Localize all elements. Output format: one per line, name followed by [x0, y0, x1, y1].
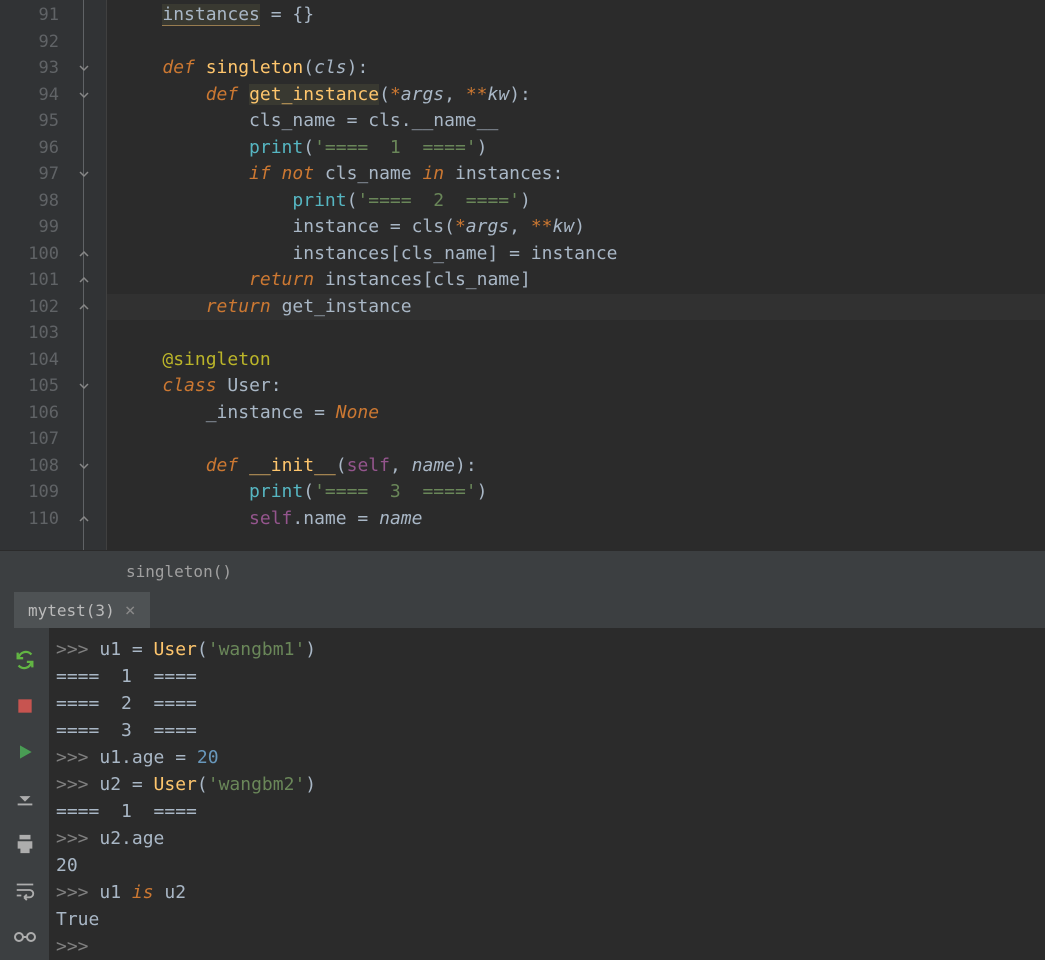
line-number-gutter: 9192939495969798991001011021031041051061…	[0, 0, 75, 550]
breadcrumb-bar: singleton()	[0, 550, 1045, 592]
console-pane: >>> u1 = User('wangbm1')==== 1 ======== …	[0, 628, 1045, 960]
line-number: 104	[0, 347, 75, 374]
code-line[interactable]: print('==== 2 ====')	[107, 188, 1045, 215]
fold-open-icon[interactable]	[77, 168, 89, 180]
code-line[interactable]: cls_name = cls.__name__	[107, 108, 1045, 135]
code-line[interactable]: _instance = None	[107, 400, 1045, 427]
scroll-bottom-button[interactable]	[11, 784, 39, 812]
console-tab[interactable]: mytest(3) ×	[14, 592, 150, 628]
console-line: ==== 3 ====	[56, 717, 1039, 744]
code-line[interactable]: def get_instance(*args, **kw):	[107, 82, 1045, 109]
console-line: >>> u1.age = 20	[56, 744, 1039, 771]
close-icon[interactable]: ×	[125, 600, 136, 621]
fold-open-icon[interactable]	[77, 380, 89, 392]
fold-close-icon[interactable]	[77, 301, 89, 313]
code-line[interactable]: @singleton	[107, 347, 1045, 374]
fold-close-icon[interactable]	[77, 513, 89, 525]
fold-open-icon[interactable]	[77, 89, 89, 101]
line-number: 101	[0, 267, 75, 294]
code-line[interactable]: if not cls_name in instances:	[107, 161, 1045, 188]
line-number: 106	[0, 400, 75, 427]
line-number: 94	[0, 82, 75, 109]
code-line[interactable]	[107, 426, 1045, 453]
fold-column	[75, 0, 107, 550]
fold-open-icon[interactable]	[77, 460, 89, 472]
console-line: ==== 1 ====	[56, 663, 1039, 690]
code-line[interactable]: def __init__(self, name):	[107, 453, 1045, 480]
line-number: 97	[0, 161, 75, 188]
glasses-icon[interactable]	[11, 922, 39, 950]
line-number: 108	[0, 453, 75, 480]
code-line[interactable]: self.name = name	[107, 506, 1045, 533]
code-area[interactable]: instances = {} def singleton(cls): def g…	[107, 0, 1045, 550]
code-line[interactable]: instance = cls(*args, **kw)	[107, 214, 1045, 241]
line-number: 102	[0, 294, 75, 321]
line-number: 95	[0, 108, 75, 135]
console-tab-bar: mytest(3) ×	[0, 592, 1045, 628]
code-line[interactable]: def singleton(cls):	[107, 55, 1045, 82]
fold-close-icon[interactable]	[77, 274, 89, 286]
console-actions	[0, 628, 50, 960]
print-button[interactable]	[11, 830, 39, 858]
stop-button[interactable]	[11, 692, 39, 720]
code-line[interactable]: instances[cls_name] = instance	[107, 241, 1045, 268]
line-number: 107	[0, 426, 75, 453]
line-number: 92	[0, 29, 75, 56]
line-number: 93	[0, 55, 75, 82]
editor-pane: 9192939495969798991001011021031041051061…	[0, 0, 1045, 550]
console-line: ==== 1 ====	[56, 798, 1039, 825]
line-number: 100	[0, 241, 75, 268]
code-line[interactable]	[107, 29, 1045, 56]
breadcrumb-item[interactable]: singleton()	[126, 562, 232, 581]
code-line[interactable]: print('==== 1 ====')	[107, 135, 1045, 162]
wrap-button[interactable]	[11, 876, 39, 904]
line-number: 109	[0, 479, 75, 506]
console-line: >>> u1 is u2	[56, 879, 1039, 906]
code-line[interactable]: class User:	[107, 373, 1045, 400]
line-number: 105	[0, 373, 75, 400]
console-line: 20	[56, 852, 1039, 879]
code-line[interactable]	[107, 320, 1045, 347]
line-number: 103	[0, 320, 75, 347]
rerun-button[interactable]	[11, 646, 39, 674]
code-line[interactable]: return get_instance	[107, 294, 1045, 321]
console-line: >>> u1 = User('wangbm1')	[56, 636, 1039, 663]
line-number: 99	[0, 214, 75, 241]
line-number: 98	[0, 188, 75, 215]
code-line[interactable]: print('==== 3 ====')	[107, 479, 1045, 506]
line-number: 96	[0, 135, 75, 162]
console-line: >>> u2.age	[56, 825, 1039, 852]
console-line: True	[56, 906, 1039, 933]
code-line[interactable]: return instances[cls_name]	[107, 267, 1045, 294]
line-number: 110	[0, 506, 75, 533]
fold-open-icon[interactable]	[77, 62, 89, 74]
run-button[interactable]	[11, 738, 39, 766]
code-line[interactable]: instances = {}	[107, 2, 1045, 29]
line-number: 91	[0, 2, 75, 29]
console-line: ==== 2 ====	[56, 690, 1039, 717]
console-line: >>> u2 = User('wangbm2')	[56, 771, 1039, 798]
console-output[interactable]: >>> u1 = User('wangbm1')==== 1 ======== …	[50, 628, 1045, 960]
tab-label: mytest(3)	[28, 601, 115, 620]
console-line: >>>	[56, 933, 1039, 960]
fold-close-icon[interactable]	[77, 248, 89, 260]
